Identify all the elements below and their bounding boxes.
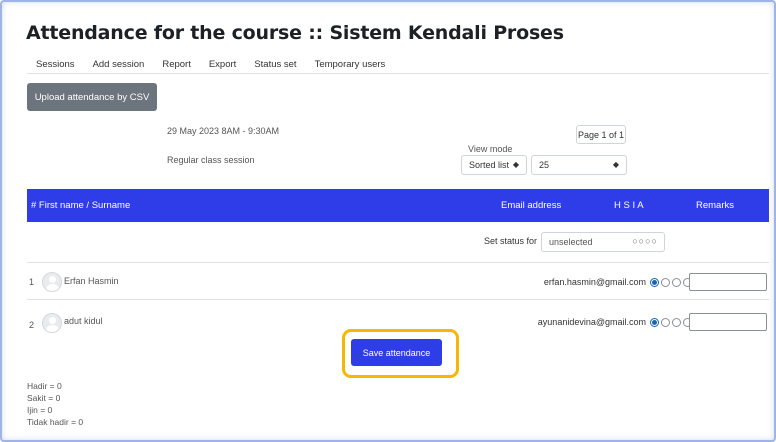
attendance-summary: Hadir = 0 Sakit = 0 Ijin = 0 Tidak hadir… [27, 380, 83, 428]
session-date: 29 May 2023 8AM - 9:30AM [167, 126, 280, 136]
student-email: erfan.hasmin@gmail.com [543, 277, 646, 287]
status-radio-group [650, 318, 692, 327]
set-status-select[interactable]: unselected ○○○○ [541, 232, 665, 252]
remarks-input[interactable] [689, 273, 767, 291]
tab-add-session[interactable]: Add session [93, 59, 145, 70]
radio-ijin[interactable] [672, 318, 681, 327]
tab-sessions[interactable]: Sessions [36, 59, 75, 70]
page-indicator[interactable]: Page 1 of 1 [576, 125, 626, 144]
row-divider [27, 262, 769, 263]
set-status-label: Set status for [484, 236, 538, 246]
radio-hadir[interactable] [650, 278, 659, 287]
student-name[interactable]: Erfan Hasmin [64, 276, 119, 286]
radio-sakit[interactable] [661, 278, 670, 287]
tab-export[interactable]: Export [209, 59, 236, 70]
row-divider [27, 299, 769, 300]
summary-ijin: Ijin = 0 [27, 405, 53, 415]
save-attendance-button[interactable]: Save attendance [351, 339, 442, 366]
page-title: Attendance for the course :: Sistem Kend… [26, 22, 564, 44]
status-radio-group [650, 278, 692, 287]
tabs-divider [27, 73, 769, 74]
session-description: Regular class session [167, 155, 255, 165]
radio-sakit[interactable] [661, 318, 670, 327]
table-header: # First name / Surname Email address H S… [27, 189, 769, 222]
summary-tidak-hadir: Tidak hadir = 0 [27, 417, 84, 427]
avatar [42, 313, 62, 333]
tab-nav: Sessions Add session Report Export Statu… [36, 59, 385, 70]
per-page-select[interactable]: 25 ◆ [531, 155, 627, 175]
sort-mode-select[interactable]: Sorted list ◆ [461, 155, 527, 175]
avatar [42, 272, 62, 292]
remarks-input[interactable] [689, 313, 767, 331]
header-email[interactable]: Email address [501, 200, 561, 211]
header-remarks: Remarks [696, 200, 735, 211]
status-radio-group-icon: ○○○○ [632, 236, 658, 246]
student-name[interactable]: adut kidul [64, 316, 103, 326]
header-statuses: H S I A [614, 200, 644, 211]
summary-sakit: Sakit = 0 [27, 393, 61, 403]
header-name[interactable]: # First name / Surname [31, 200, 130, 211]
row-number: 1 [29, 277, 35, 287]
tab-status-set[interactable]: Status set [254, 59, 296, 70]
set-status-value: unselected [549, 237, 593, 247]
summary-hadir: Hadir = 0 [27, 381, 62, 391]
row-number: 2 [29, 320, 35, 330]
chevron-updown-icon: ◆ [512, 160, 519, 169]
view-mode-label: View mode [468, 144, 513, 154]
per-page-value: 25 [539, 160, 550, 170]
chevron-updown-icon: ◆ [612, 160, 619, 169]
sort-mode-value: Sorted list [469, 160, 510, 170]
tab-report[interactable]: Report [162, 59, 191, 70]
upload-csv-button[interactable]: Upload attendance by CSV [27, 83, 157, 111]
tab-temporary-users[interactable]: Temporary users [315, 59, 386, 70]
student-email: ayunanidevina@gmail.com [537, 317, 646, 327]
radio-ijin[interactable] [672, 278, 681, 287]
radio-hadir[interactable] [650, 318, 659, 327]
